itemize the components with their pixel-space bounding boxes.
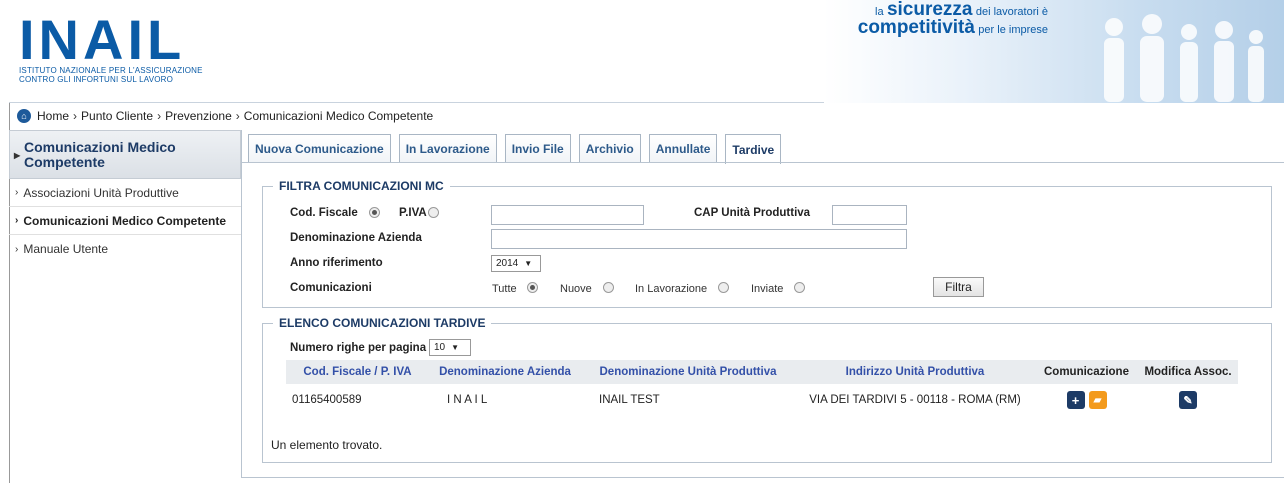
cap-label: CAP Unità Produttiva <box>694 207 811 219</box>
comunicazioni-label: Comunicazioni <box>290 282 372 294</box>
filter-legend: FILTRA COMUNICAZIONI MC <box>273 179 450 193</box>
option-in-lavorazione-label: In Lavorazione <box>635 283 708 295</box>
tab-bar: Nuova Comunicazione In Lavorazione Invio… <box>248 134 782 164</box>
triangle-down-icon: ▼ <box>451 343 460 352</box>
cod-fiscale-input[interactable] <box>491 205 644 225</box>
rows-per-page-label: Numero righe per pagina <box>290 342 427 354</box>
option-inviate-radio[interactable] <box>794 282 805 293</box>
logo-subtitle-2: CONTRO GLI INFORTUNI SUL LAVORO <box>19 75 174 84</box>
table-row: 01165400589 I N A I L INAIL TEST VIA DEI… <box>286 384 1238 416</box>
anno-select[interactable]: 2014 ▼ <box>491 255 541 272</box>
tab-in-lavorazione[interactable]: In Lavorazione <box>398 134 497 162</box>
tab-annullate[interactable]: Annullate <box>648 134 718 162</box>
cap-input[interactable] <box>832 205 907 225</box>
option-in-lavorazione-radio[interactable] <box>718 282 729 293</box>
tab-tardive[interactable]: Tardive <box>725 134 782 164</box>
cell-cod-fiscale: 01165400589 <box>292 394 362 406</box>
anno-select-value: 2014 <box>496 258 519 269</box>
breadcrumb-separator-icon: › <box>235 109 240 123</box>
tab-nuova-comunicazione[interactable]: Nuova Comunicazione <box>248 134 391 162</box>
chevron-right-icon: › <box>15 215 19 226</box>
breadcrumb-punto-cliente[interactable]: Punto Cliente <box>81 109 153 123</box>
option-nuove-radio[interactable] <box>603 282 614 293</box>
header-tagline: la sicurezza dei lavoratori è competitiv… <box>857 0 1048 38</box>
col-modifica-assoc: Modifica Assoc. <box>1138 360 1238 384</box>
cell-modifica: ✎ <box>1138 384 1238 416</box>
breadcrumb-prevenzione[interactable]: Prevenzione <box>165 109 232 123</box>
anno-label: Anno riferimento <box>290 257 383 269</box>
triangle-right-icon: ▶ <box>14 151 21 160</box>
option-nuove-label: Nuove <box>560 283 592 295</box>
chevron-right-icon: › <box>15 243 19 255</box>
list-panel: ELENCO COMUNICAZIONI TARDIVE Numero righ… <box>262 316 1272 463</box>
tab-archivio[interactable]: Archivio <box>578 134 641 162</box>
list-legend: ELENCO COMUNICAZIONI TARDIVE <box>273 316 492 330</box>
denominazione-label: Denominazione Azienda <box>290 232 422 244</box>
triangle-down-icon: ▼ <box>524 259 533 268</box>
sidebar-item-comunicazioni[interactable]: › Comunicazioni Medico Competente <box>9 207 241 235</box>
inail-logo[interactable]: INAIL ISTITUTO NAZIONALE PER L'ASSICURAZ… <box>19 8 203 85</box>
filtra-button[interactable]: Filtra <box>933 277 984 297</box>
breadcrumb-current: Comunicazioni Medico Competente <box>243 109 434 123</box>
option-tutte-radio[interactable] <box>527 282 538 293</box>
breadcrumb-separator-icon: › <box>73 109 78 123</box>
breadcrumb-separator-icon: › <box>157 109 162 123</box>
tagline-competitivita: competitività <box>857 17 975 38</box>
option-tutte-label: Tutte <box>492 283 517 295</box>
sidebar-item-label: Comunicazioni Medico Competente <box>23 213 227 228</box>
cell-comunicazione: + ▰ <box>1035 384 1138 416</box>
breadcrumb: ⌂ Home › Punto Cliente › Prevenzione › C… <box>9 104 1284 128</box>
filter-panel: FILTRA COMUNICAZIONI MC Cod. Fiscale P.I… <box>262 179 1272 308</box>
breadcrumb-home[interactable]: Home <box>37 109 69 123</box>
site-header: INAIL ISTITUTO NAZIONALE PER L'ASSICURAZ… <box>9 0 1284 103</box>
results-count: Un elemento trovato. <box>271 438 383 452</box>
tab-underline <box>242 162 1284 163</box>
tab-invio-file[interactable]: Invio File <box>504 134 571 162</box>
add-icon[interactable]: + <box>1066 391 1085 409</box>
sidebar-header-label: Comunicazioni Medico Competente <box>24 139 176 170</box>
main-content: Nuova Comunicazione In Lavorazione Invio… <box>241 130 1284 478</box>
logo-wordmark: INAIL <box>19 8 186 71</box>
sidebar: ▶ Comunicazioni Medico Competente › Asso… <box>9 130 241 263</box>
tagline-mid: dei lavoratori è <box>975 6 1048 18</box>
sidebar-item-label: Manuale Utente <box>23 242 109 256</box>
tardive-table: Cod. Fiscale / P. IVA Denominazione Azie… <box>286 360 1238 416</box>
logo-subtitle-1: ISTITUTO NAZIONALE PER L'ASSICURAZIONE <box>19 66 203 75</box>
cell-indirizzo: VIA DEI TARDIVI 5 - 00118 - ROMA (RM) <box>809 394 1021 406</box>
col-cod-fiscale[interactable]: Cod. Fiscale / P. IVA <box>286 360 429 384</box>
people-silhouettes-image <box>1104 14 1264 102</box>
folder-open-icon[interactable]: ▰ <box>1088 391 1107 409</box>
chevron-right-icon: › <box>15 187 19 198</box>
cell-azienda: I N A I L <box>447 394 488 406</box>
piva-label: P.IVA <box>399 207 427 219</box>
cell-unita: INAIL TEST <box>599 394 660 406</box>
tagline-post: per le imprese <box>978 24 1048 36</box>
rows-per-page-select[interactable]: 10 ▼ <box>429 339 471 356</box>
col-comunicazione: Comunicazione <box>1035 360 1138 384</box>
table-header-row: Cod. Fiscale / P. IVA Denominazione Azie… <box>286 360 1238 384</box>
sidebar-item-associazioni[interactable]: › Associazioni Unità Produttive <box>9 179 241 207</box>
col-denominazione-unita[interactable]: Denominazione Unità Produttiva <box>581 360 795 384</box>
col-denominazione-azienda[interactable]: Denominazione Azienda <box>429 360 581 384</box>
sidebar-item-label: Associazioni Unità Produttive <box>23 185 179 200</box>
col-indirizzo-unita[interactable]: Indirizzo Unità Produttiva <box>795 360 1035 384</box>
option-inviate-label: Inviate <box>751 283 784 295</box>
home-icon[interactable]: ⌂ <box>17 109 31 123</box>
sidebar-header[interactable]: ▶ Comunicazioni Medico Competente <box>9 130 241 179</box>
edit-pencil-icon[interactable]: ✎ <box>1179 391 1197 409</box>
rows-per-page-value: 10 <box>434 342 446 353</box>
cod-fiscale-radio[interactable] <box>369 207 380 218</box>
sidebar-item-manuale[interactable]: › Manuale Utente <box>9 235 241 263</box>
denominazione-input[interactable] <box>491 229 907 249</box>
cod-fiscale-label: Cod. Fiscale <box>290 207 358 219</box>
piva-radio[interactable] <box>428 207 439 218</box>
